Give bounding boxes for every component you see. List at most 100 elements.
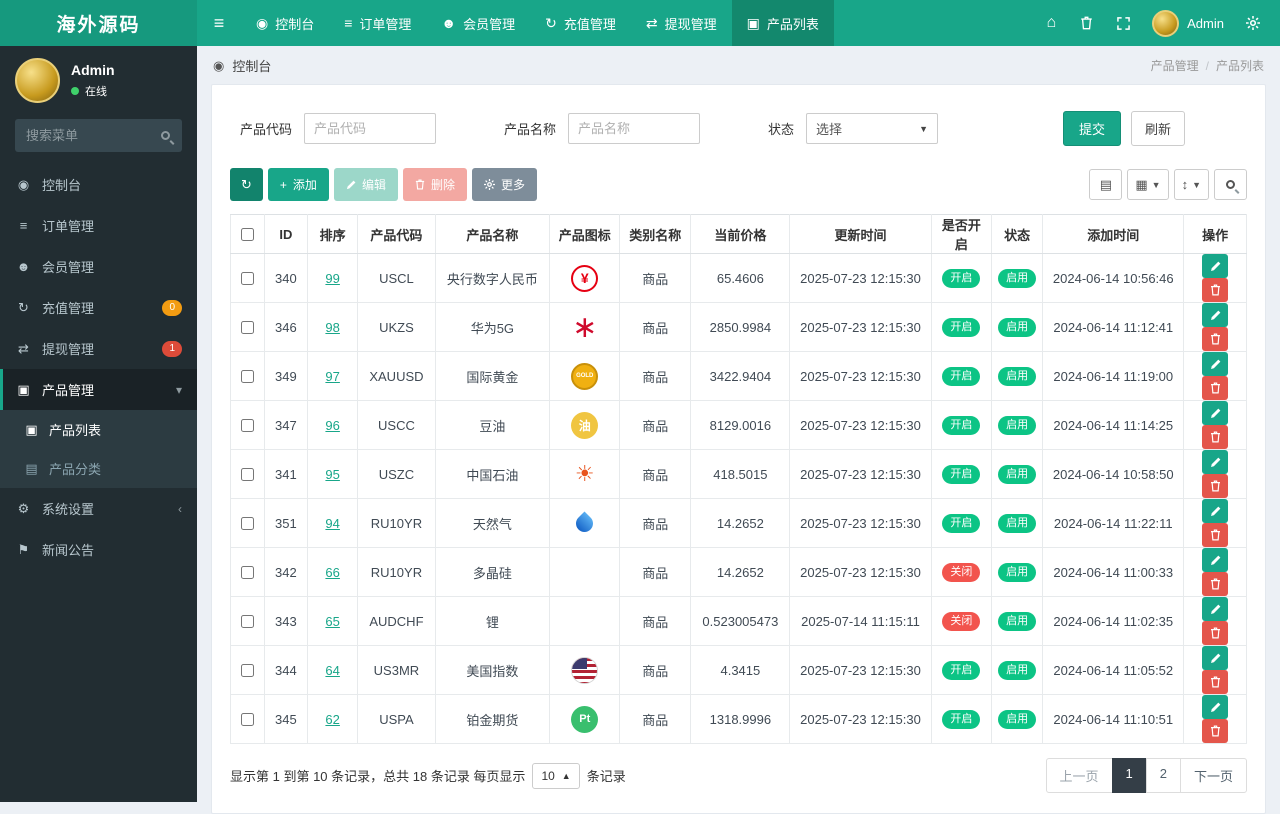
row-checkbox[interactable] — [241, 566, 254, 579]
sort-link[interactable]: 62 — [325, 712, 339, 727]
row-edit-button[interactable] — [1202, 352, 1228, 376]
row-delete-button[interactable] — [1202, 278, 1228, 302]
row-delete-button[interactable] — [1202, 523, 1228, 547]
top-nav-item[interactable]: ▣ 产品列表 — [732, 0, 834, 46]
cell-category: 商品 — [620, 401, 691, 450]
view-toggle-button[interactable]: ▤ — [1089, 169, 1122, 200]
page-button[interactable]: 1 — [1112, 758, 1147, 793]
sort-link[interactable]: 95 — [325, 467, 339, 482]
clear-cache-button[interactable] — [1068, 0, 1105, 46]
sort-link[interactable]: 96 — [325, 418, 339, 433]
row-delete-button[interactable] — [1202, 474, 1228, 498]
top-nav-item[interactable]: ≡ 订单管理 — [329, 0, 426, 46]
user-menu[interactable]: Admin — [1142, 10, 1234, 37]
fullscreen-button[interactable] — [1105, 0, 1142, 46]
row-checkbox[interactable] — [241, 713, 254, 726]
row-edit-button[interactable] — [1202, 499, 1228, 523]
row-edit-button[interactable] — [1202, 548, 1228, 572]
top-nav-item[interactable]: ⇄ 提现管理 — [631, 0, 732, 46]
refresh-button[interactable]: 刷新 — [1131, 111, 1185, 146]
row-delete-button[interactable] — [1202, 425, 1228, 449]
menu-search-input[interactable] — [15, 119, 149, 152]
sort-link[interactable]: 66 — [325, 565, 339, 580]
sort-link[interactable]: 98 — [325, 320, 339, 335]
trash-icon — [1210, 480, 1221, 492]
row-edit-button[interactable] — [1202, 303, 1228, 327]
sidebar-item-link[interactable]: ≡ 订单管理 — [0, 205, 197, 246]
product-code-input[interactable] — [304, 113, 436, 144]
sort-link[interactable]: 65 — [325, 614, 339, 629]
sidebar-item-link[interactable]: ⚑ 新闻公告 — [0, 529, 197, 570]
menu-icon: ⚙ — [15, 501, 32, 517]
sort-link[interactable]: 64 — [325, 663, 339, 678]
row-edit-button[interactable] — [1202, 597, 1228, 621]
settings-button[interactable] — [1234, 0, 1272, 46]
cell-product-name: 国际黄金 — [435, 352, 550, 401]
delete-button[interactable]: 删除 — [403, 168, 467, 201]
row-edit-button[interactable] — [1202, 450, 1228, 474]
row-checkbox[interactable] — [241, 517, 254, 530]
table-row: 351 94 RU10YR 天然气 商品 14.2652 2025-07-23 … — [231, 499, 1247, 548]
cell-added-time: 2024-06-14 11:14:25 — [1043, 401, 1184, 450]
sidebar-item-link[interactable]: ◉ 控制台 — [0, 164, 197, 205]
row-checkbox[interactable] — [241, 664, 254, 677]
table-refresh-button[interactable]: ↻ — [230, 168, 263, 201]
pencil-icon — [1210, 310, 1221, 321]
row-edit-button[interactable] — [1202, 695, 1228, 719]
row-checkbox[interactable] — [241, 272, 254, 285]
sidebar-item-link[interactable]: ▣ 产品管理 ▾ — [0, 369, 197, 410]
row-delete-button[interactable] — [1202, 572, 1228, 596]
page-button[interactable]: 2 — [1146, 758, 1181, 793]
sort-link[interactable]: 94 — [325, 516, 339, 531]
cny-icon: ¥ — [571, 265, 598, 292]
cell-id: 351 — [264, 499, 307, 548]
select-all-checkbox[interactable] — [241, 228, 254, 241]
breadcrumb-parent[interactable]: 产品管理 — [1151, 59, 1199, 73]
sidebar-item-link[interactable]: ☻ 会员管理 — [0, 246, 197, 287]
row-checkbox[interactable] — [241, 321, 254, 334]
sort-link[interactable]: 99 — [325, 271, 339, 286]
home-button[interactable]: ⌂ — [1034, 0, 1068, 46]
row-delete-button[interactable] — [1202, 327, 1228, 351]
sidebar-item-link[interactable]: ↻ 充值管理 0 — [0, 287, 197, 328]
row-delete-button[interactable] — [1202, 719, 1228, 743]
next-page-button[interactable]: 下一页 — [1180, 758, 1247, 793]
cell-added-time: 2024-06-14 10:58:50 — [1043, 450, 1184, 499]
sidebar-subitem[interactable]: ▣产品列表 — [0, 410, 197, 449]
sort-link[interactable]: 97 — [325, 369, 339, 384]
top-nav-item[interactable]: ☻ 会员管理 — [426, 0, 530, 46]
sidebar-subitem[interactable]: ▤产品分类 — [0, 449, 197, 488]
columns-button[interactable]: ▦▼ — [1127, 169, 1168, 200]
top-nav-item[interactable]: ↻ 充值管理 — [530, 0, 631, 46]
add-button[interactable]: +添加 — [268, 168, 329, 201]
row-delete-button[interactable] — [1202, 621, 1228, 645]
column-header: 产品名称 — [435, 215, 550, 254]
search-toggle-button[interactable] — [1214, 169, 1247, 200]
row-edit-button[interactable] — [1202, 401, 1228, 425]
sidebar-item-link[interactable]: ⚙ 系统设置 ‹ — [0, 488, 197, 529]
gold-icon: GOLD — [571, 363, 598, 390]
pencil-icon — [1210, 555, 1221, 566]
prev-page-button[interactable]: 上一页 — [1046, 758, 1113, 793]
row-checkbox[interactable] — [241, 615, 254, 628]
page-size-select[interactable]: 10 ▲ — [532, 763, 579, 789]
sidebar-toggle-button[interactable]: ≡ — [197, 0, 241, 46]
status-select[interactable]: 选择 ▼ — [806, 113, 938, 144]
row-edit-button[interactable] — [1202, 254, 1228, 278]
row-delete-button[interactable] — [1202, 670, 1228, 694]
menu-search-button[interactable] — [149, 119, 182, 152]
platinum-icon: Pt — [571, 706, 598, 733]
row-checkbox[interactable] — [241, 468, 254, 481]
cell-added-time: 2024-06-14 11:02:35 — [1043, 597, 1184, 646]
row-checkbox[interactable] — [241, 419, 254, 432]
row-checkbox[interactable] — [241, 370, 254, 383]
sidebar-item-link[interactable]: ⇄ 提现管理 1 — [0, 328, 197, 369]
row-edit-button[interactable] — [1202, 646, 1228, 670]
edit-button[interactable]: 编辑 — [334, 168, 398, 201]
submit-button[interactable]: 提交 — [1063, 111, 1121, 146]
product-name-input[interactable] — [568, 113, 700, 144]
more-button[interactable]: 更多 — [472, 168, 537, 201]
export-button[interactable]: ↕▼ — [1174, 169, 1209, 200]
top-nav-item[interactable]: ◉ 控制台 — [241, 0, 329, 46]
row-delete-button[interactable] — [1202, 376, 1228, 400]
